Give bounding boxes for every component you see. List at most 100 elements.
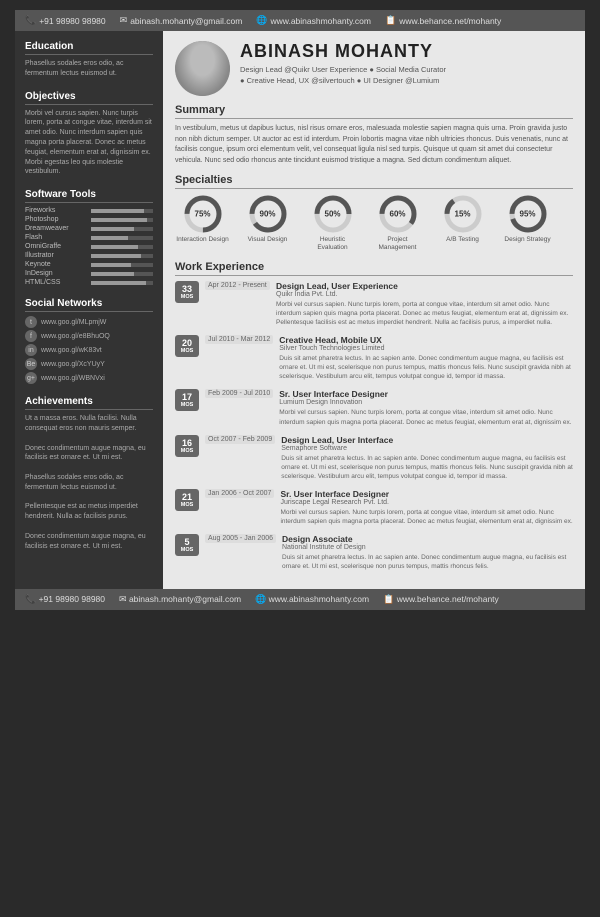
social-link: www.goo.gl/MLpmjW — [41, 319, 106, 326]
social-link: www.goo.gl/e8BhuOQ — [41, 333, 110, 340]
badge-unit: MOS — [178, 402, 196, 408]
work-list: 33 MOS Apr 2012 - Present Design Lead, U… — [175, 281, 573, 571]
work-title: Design Associate — [282, 534, 573, 544]
donut-chart: 15% — [443, 194, 483, 234]
work-date-block: Apr 2012 - Present — [205, 281, 270, 327]
social-link: www.goo.gl/wK83vt — [41, 347, 102, 354]
social-section: Social Networks t www.goo.gl/MLpmjW f ww… — [25, 298, 153, 384]
bottom-website: 🌐 www.abinashmohanty.com — [255, 594, 369, 605]
email-info: ✉ abinash.mohanty@gmail.com — [120, 15, 243, 26]
tools-list: Fireworks Photoshop Dreamweaver Flash Om… — [25, 207, 153, 286]
specialty-item: 50% Heuristic Evaluation — [305, 194, 360, 253]
achievements-title: Achievements — [25, 396, 153, 410]
work-desc: Morbi vel cursus sapien. Nunc turpis lor… — [276, 300, 573, 327]
tool-bar-bg — [91, 281, 153, 285]
work-details: Sr. User Interface Designer Juriscape Le… — [280, 489, 573, 526]
work-experience-title: Work Experience — [175, 261, 573, 276]
work-title: Design Lead, User Experience — [276, 281, 573, 291]
bottom-behance-icon: 📋 — [383, 594, 394, 604]
specialty-item: 15% A/B Testing — [435, 194, 490, 253]
work-date: Feb 2009 - Jul 2010 — [205, 389, 273, 398]
specialty-item: 60% Project Management — [370, 194, 425, 253]
summary-title: Summary — [175, 104, 573, 119]
donut-chart: 60% — [378, 194, 418, 234]
bottom-email-text: abinash.mohanty@gmail.com — [129, 594, 241, 604]
work-company: National Institute of Design — [282, 544, 573, 551]
work-desc: Duis sit amet pharetra lectus. In ac sap… — [279, 354, 573, 381]
social-row: in www.goo.gl/wK83vt — [25, 344, 153, 356]
specialty-name: Interaction Design — [176, 236, 228, 244]
donut-chart: 50% — [313, 194, 353, 234]
tool-name: InDesign — [25, 270, 87, 277]
tool-bar-bg — [91, 209, 153, 213]
behance-text: www.behance.net/mohanty — [399, 16, 501, 26]
badge-number: 16 — [178, 438, 196, 448]
website-text: www.abinashmohanty.com — [271, 16, 371, 26]
specialty-item: 90% Visual Design — [240, 194, 295, 253]
social-link: www.goo.gl/WBNVxi — [41, 375, 105, 382]
subtitle-line2: ● Creative Head, UX @silvertouch ● UI De… — [240, 75, 446, 86]
candidate-subtitle: Design Lead @Quikr User Experience ● Soc… — [240, 64, 446, 87]
tool-row: Keynote — [25, 261, 153, 268]
work-details: Design Associate National Institute of D… — [282, 534, 573, 571]
work-item: 33 MOS Apr 2012 - Present Design Lead, U… — [175, 281, 573, 327]
work-item: 5 MOS Aug 2005 - Jan 2006 Design Associa… — [175, 534, 573, 571]
tool-name: Illustrator — [25, 252, 87, 259]
work-date-block: Jul 2010 - Mar 2012 — [205, 335, 273, 381]
donut-chart: 95% — [508, 194, 548, 234]
tool-bar-bg — [91, 245, 153, 249]
tool-name: Flash — [25, 234, 87, 241]
badge-number: 21 — [178, 492, 196, 502]
tool-bar-bg — [91, 218, 153, 222]
bottom-behance-text: www.behance.net/mohanty — [397, 594, 499, 604]
avatar — [175, 41, 230, 96]
objectives-title: Objectives — [25, 91, 153, 105]
tool-bar-bg — [91, 236, 153, 240]
phone-text: +91 98980 98980 — [39, 16, 105, 26]
bottom-globe-icon: 🌐 — [255, 594, 266, 604]
social-list: t www.goo.gl/MLpmjW f www.goo.gl/e8BhuOQ… — [25, 316, 153, 384]
tool-bar-fill — [91, 281, 146, 285]
objectives-text: Morbi vel cursus sapien. Nunc turpis lor… — [25, 109, 153, 178]
behance-info: 📋 www.behance.net/mohanty — [385, 15, 501, 26]
resume-header: ABINASH MOHANTY Design Lead @Quikr User … — [175, 41, 573, 96]
tool-bar-fill — [91, 272, 134, 276]
tool-bar-fill — [91, 245, 138, 249]
tool-row: Flash — [25, 234, 153, 241]
tools-section: Software Tools Fireworks Photoshop Dream… — [25, 189, 153, 286]
work-date: Aug 2005 - Jan 2006 — [205, 534, 276, 543]
specialties-list: 75% Interaction Design 90% Visual Design… — [175, 194, 573, 253]
badge-unit: MOS — [178, 294, 196, 300]
social-link: www.goo.gl/XcYUyY — [41, 361, 105, 368]
tool-bar-bg — [91, 227, 153, 231]
donut-label: 95% — [519, 210, 535, 219]
social-icon: Be — [25, 358, 37, 370]
tool-bar-bg — [91, 263, 153, 267]
donut-label: 60% — [389, 210, 405, 219]
tools-title: Software Tools — [25, 189, 153, 203]
work-badge: 17 MOS — [175, 389, 199, 411]
bottom-phone-icon: 📞 — [25, 594, 36, 604]
specialty-name: Project Management — [370, 236, 425, 253]
badge-number: 5 — [178, 537, 196, 547]
tool-row: InDesign — [25, 270, 153, 277]
specialty-name: Design Strategy — [504, 236, 550, 244]
sidebar: Education Phasellus sodales eros odio, a… — [15, 31, 163, 589]
work-title: Sr. User Interface Designer — [279, 389, 573, 399]
tool-name: Keynote — [25, 261, 87, 268]
tool-row: HTML/CSS — [25, 279, 153, 286]
social-icon: t — [25, 316, 37, 328]
tool-bar-fill — [91, 236, 128, 240]
work-date: Jul 2010 - Mar 2012 — [205, 335, 273, 344]
bottom-email: ✉ abinash.mohanty@gmail.com — [119, 594, 241, 605]
work-details: Design Lead, User Experience Quikr India… — [276, 281, 573, 327]
tool-row: Illustrator — [25, 252, 153, 259]
work-desc: Morbi vel cursus sapien. Nunc turpis lor… — [280, 508, 573, 526]
achievements-section: Achievements Ut a massa eros. Nulla faci… — [25, 396, 153, 551]
badge-unit: MOS — [178, 448, 196, 454]
bottom-behance: 📋 www.behance.net/mohanty — [383, 594, 499, 605]
work-date-block: Aug 2005 - Jan 2006 — [205, 534, 276, 571]
tool-row: Fireworks — [25, 207, 153, 214]
social-row: g+ www.goo.gl/WBNVxi — [25, 372, 153, 384]
work-item: 17 MOS Feb 2009 - Jul 2010 Sr. User Inte… — [175, 389, 573, 426]
